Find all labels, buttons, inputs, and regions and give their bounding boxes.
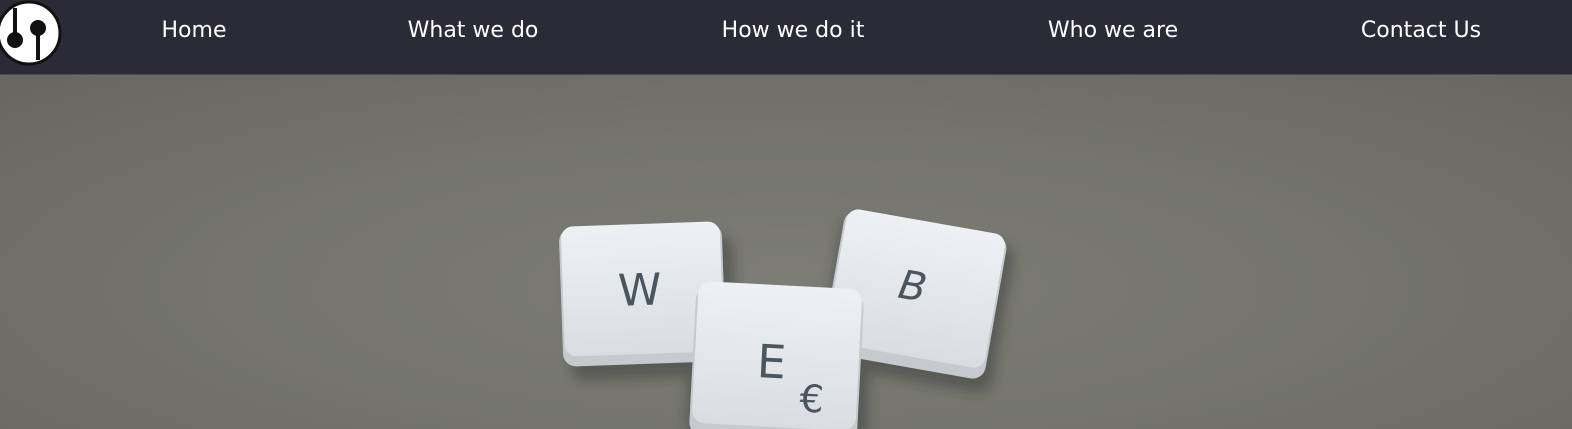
nav-who-we-are-link[interactable]: Who we are [1048,16,1178,46]
key-letter-e: E [756,334,788,389]
nav-what-we-do-link[interactable]: What we do [408,16,539,46]
logo-icon[interactable] [0,0,62,68]
nav-contact-us-link[interactable]: Contact Us [1361,16,1481,46]
key-euro-symbol: € [799,376,825,421]
nav-how-we-do-it-link[interactable]: How we do it [722,16,865,46]
keyboard-keys-photo: W B E € [559,209,1014,429]
key-letter-w: W [617,264,662,316]
key-tile-e: E € [689,281,864,429]
hero-image: W B E € [0,75,1572,429]
top-navbar: Home What we do How we do it Who we are … [0,0,1572,75]
nav-home-link[interactable]: Home [162,16,227,46]
